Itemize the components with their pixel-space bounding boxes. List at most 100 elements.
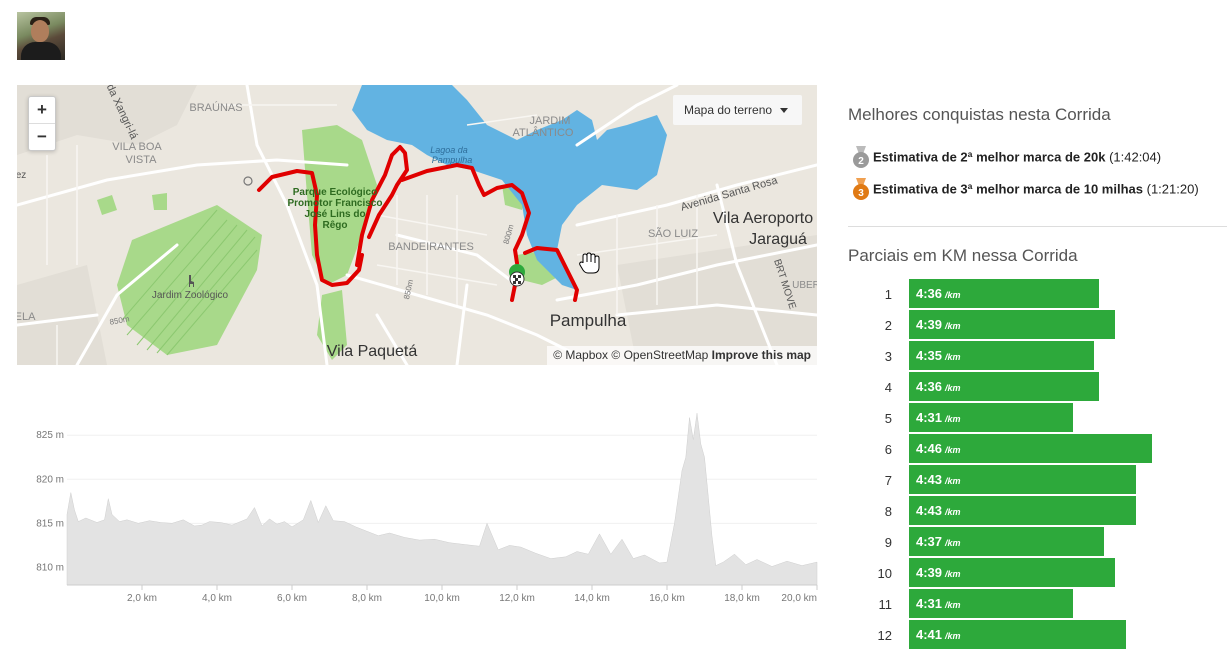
label-vila-paqueta: Vila Paquetá [327,343,418,360]
label-jardim-atlantico-2: ATLÂNTICO [513,126,574,139]
park-circle-icon [243,176,253,186]
map-canvas[interactable]: BRAÚNAS da Xangri-lá VILA BOA VISTA JARD… [17,85,817,365]
split-pace-value: 4:43 [916,503,943,518]
label-parque-4: Rêgo [323,220,348,231]
caret-down-icon [780,108,788,113]
split-km: 1 [884,287,892,302]
elevation-x-ticks: 2,0 km 4,0 km 6,0 km 8,0 km 10,0 km 12,0 km 14… [127,585,818,604]
split-row[interactable]: 11 4:31/km [848,589,1227,619]
x-tick-label: 16,0 km [649,593,685,604]
section-divider [848,226,1227,227]
x-tick-label: 4,0 km [202,593,232,604]
split-pace-unit: /km [945,445,961,455]
route-map[interactable]: BRAÚNAS da Xangri-lá VILA BOA VISTA JARD… [17,85,817,365]
split-pace-unit: /km [945,507,961,517]
split-pace-unit: /km [945,290,961,300]
improve-map-link[interactable]: Improve this map [712,348,811,362]
split-pace: 4:35/km [916,348,961,363]
avatar-face [31,20,49,42]
label-vila-boa-vista-1: VILA BOA [112,141,162,153]
medal-rank: 3 [858,188,864,199]
split-pace-value: 4:35 [916,348,943,363]
split-pace-value: 4:41 [916,627,943,642]
start-marker[interactable] [509,264,525,287]
split-row[interactable]: 7 4:43/km [848,465,1227,495]
y-tick-label: 815 m [36,518,64,529]
label-avenida-santa-rosa: Avenida Santa Rosa [679,174,779,213]
label-parque-3: José Lins do [304,209,365,220]
split-pace-value: 4:36 [916,379,943,394]
split-pace-value: 4:39 [916,317,943,332]
split-km: 10 [877,566,892,581]
split-row[interactable]: 10 4:39/km [848,558,1227,588]
split-pace-value: 4:46 [916,441,943,456]
silver-medal-icon: 2 [852,146,870,170]
split-km: 11 [878,597,893,612]
split-pace: 4:39/km [916,565,961,580]
map-type-dropdown[interactable]: Mapa do terreno [673,95,802,125]
split-row[interactable]: 8 4:43/km [848,496,1227,526]
split-pace: 4:36/km [916,379,961,394]
split-km: 4 [884,380,892,395]
label-jaragua: Jaraguá [749,231,807,248]
bronze-medal-icon: 3 [852,178,870,202]
achievement-text: Estimativa de 2ª melhor marca de 20k [873,149,1106,165]
label-uber: UBER [792,280,817,291]
x-tick-label: 14,0 km [574,593,610,604]
athlete-avatar[interactable] [17,12,65,60]
osm-link[interactable]: © OpenStreetMap [611,348,708,362]
split-row[interactable]: 3 4:35/km [848,341,1227,371]
label-jardim-atlantico-1: JARDIM [530,115,571,127]
label-lagoa-2: Pampulha [432,155,473,165]
label-800m: 800m [502,223,516,245]
split-pace: 4:36/km [916,286,961,301]
label-pampulha: Pampulha [550,311,627,330]
split-row[interactable]: 1 4:36/km [848,279,1227,309]
split-row[interactable]: 12 4:41/km [848,620,1227,650]
elevation-chart[interactable]: 810 m 815 m 820 m 825 m 2,0 km 4,0 km 6,0 km 8… [17,380,820,610]
split-pace-value: 4:36 [916,286,943,301]
achievement-time: (1:21:20) [1146,181,1199,197]
label-jardim-zoologico: Jardim Zoológico [152,290,229,301]
split-pace-value: 4:39 [916,565,943,580]
split-km: 8 [884,504,892,519]
split-row[interactable]: 6 4:46/km [848,434,1227,464]
mapbox-link[interactable]: © Mapbox [553,348,608,362]
split-pace: 4:43/km [916,503,961,518]
zoom-in-button[interactable]: + [29,97,55,123]
split-pace-unit: /km [945,569,961,579]
split-km: 7 [884,473,892,488]
split-km: 9 [884,535,892,550]
label-vila-boa-vista-2: VISTA [126,154,158,166]
split-pace: 4:37/km [916,534,961,549]
map-type-label: Mapa do terreno [684,103,773,117]
split-row[interactable]: 9 4:37/km [848,527,1227,557]
label-sao-luiz: SÃO LUIZ [648,227,698,240]
split-row[interactable]: 2 4:39/km [848,310,1227,340]
x-tick-label: 2,0 km [127,593,157,604]
split-pace-unit: /km [945,600,961,610]
elevation-y-ticks: 810 m 815 m 820 m 825 m [36,430,64,573]
split-row[interactable]: 4 4:36/km [848,372,1227,402]
label-braunas: BRAÚNAS [189,101,242,114]
splits-title: Parciais em KM nessa Corrida [848,246,1078,265]
achievement-time: (1:42:04) [1109,149,1162,165]
split-row[interactable]: 5 4:31/km [848,403,1227,433]
split-pace-unit: /km [945,352,961,362]
split-pace-unit: /km [945,538,961,548]
split-pace-unit: /km [945,631,961,641]
medal-rank: 2 [858,156,864,167]
label-ela: ELA [17,311,36,323]
achievement-item: 3 Estimativa de 3ª melhor marca de 10 mi… [852,178,1199,202]
zoom-out-button[interactable]: − [29,123,55,150]
x-tick-label: 12,0 km [499,593,535,604]
split-km: 2 [884,318,892,333]
split-pace-value: 4:31 [916,410,943,425]
elevation-area [66,413,818,586]
split-pace: 4:41/km [916,627,961,642]
split-km: 6 [884,442,892,457]
x-tick-label: 8,0 km [352,593,382,604]
label-vila-aeroporto: Vila Aeroporto [713,210,813,227]
y-tick-label: 825 m [36,430,64,441]
label-parque-1: Parque Ecológico [293,187,377,198]
